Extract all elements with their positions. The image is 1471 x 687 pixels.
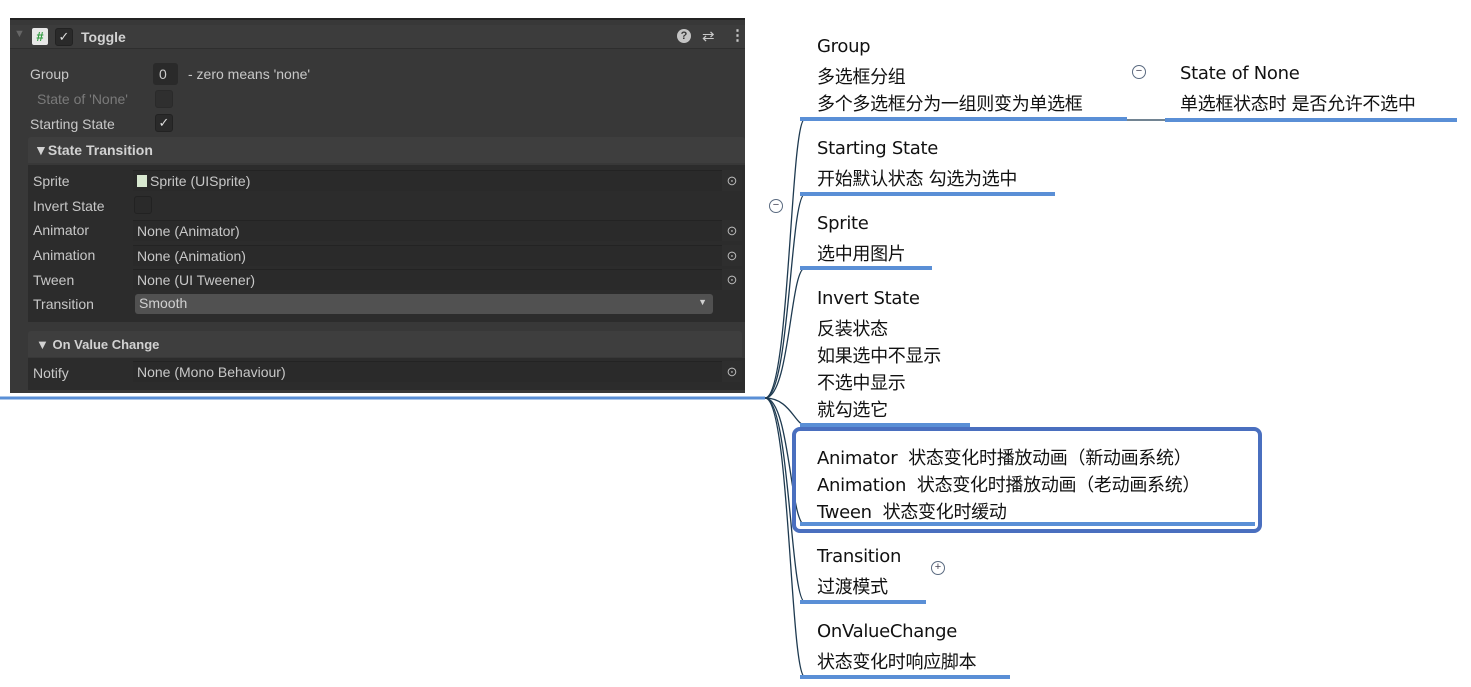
node-text: 如果选中不显示 (817, 346, 941, 367)
node-text: 选中用图片 (817, 244, 906, 265)
node-title: Starting State (817, 138, 938, 159)
node-line: Animator 状态变化时播放动画（新动画系统） (817, 448, 1192, 469)
expand-icon[interactable]: + (931, 561, 945, 575)
node-text: 多个多选框分为一组则变为单选框 (817, 94, 1083, 115)
node-title: Sprite (817, 213, 869, 234)
node-text: 就勾选它 (817, 400, 888, 421)
node-text: 过渡模式 (817, 577, 888, 598)
node-underline (800, 266, 932, 270)
node-underline (800, 600, 926, 604)
collapse-icon[interactable]: − (1132, 65, 1146, 79)
node-text: 状态变化时响应脚本 (817, 652, 977, 673)
node-text: 单选框状态时 是否允许不选中 (1180, 94, 1416, 115)
node-title: State of None (1180, 63, 1300, 84)
node-underline (1165, 118, 1457, 122)
node-line: Tween 状态变化时缓动 (817, 502, 1007, 523)
node-title: Invert State (817, 288, 920, 309)
node-line: Animation 状态变化时播放动画（老动画系统） (817, 475, 1201, 496)
node-text: 开始默认状态 勾选为选中 (817, 169, 1018, 190)
node-text: 反装状态 (817, 319, 888, 340)
node-title: Transition (817, 546, 902, 567)
node-title: Group (817, 36, 871, 57)
node-underline (800, 117, 1127, 121)
node-underline (800, 675, 1010, 679)
node-text: 不选中显示 (817, 373, 906, 394)
node-text: 多选框分组 (817, 67, 906, 88)
node-underline (800, 192, 1055, 196)
collapse-icon[interactable]: − (769, 199, 783, 213)
node-title: OnValueChange (817, 621, 958, 642)
